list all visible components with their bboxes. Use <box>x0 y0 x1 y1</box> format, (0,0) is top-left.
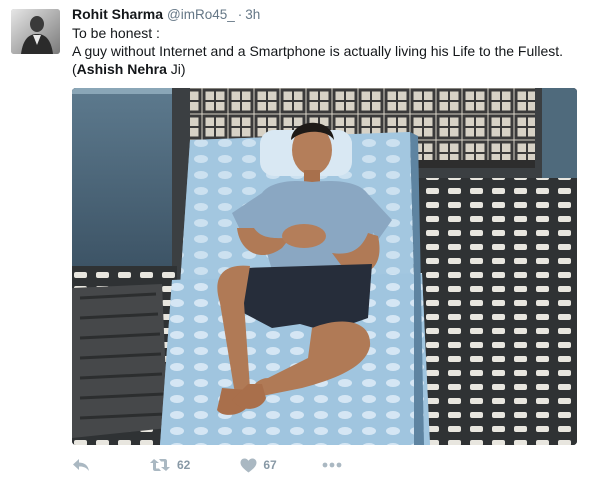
tweet-text-line-1: To be honest : <box>72 25 160 41</box>
like-count: 67 <box>263 458 277 472</box>
author-name[interactable]: Rohit Sharma <box>72 6 163 22</box>
tweet-photo[interactable] <box>72 88 577 445</box>
tweet-text: To be honest : A guy without Internet an… <box>72 24 577 78</box>
like-button[interactable]: 67 <box>240 458 277 473</box>
retweet-button[interactable]: 62 <box>149 458 190 472</box>
heart-icon <box>240 458 257 473</box>
more-button[interactable] <box>322 462 342 468</box>
tweet-header: Rohit Sharma @imRo45_ · 3h <box>72 4 260 24</box>
reply-icon <box>72 458 90 472</box>
separator-dot: · <box>237 7 243 22</box>
more-icon <box>322 462 342 468</box>
tweet-text-line-2: A guy without Internet and a Smartphone … <box>72 43 564 59</box>
tweet-text-suffix: Ji) <box>166 61 186 77</box>
retweet-count: 62 <box>177 458 191 472</box>
reply-button[interactable] <box>72 458 92 472</box>
retweet-icon <box>149 458 171 472</box>
tweet-text-bold-name: Ashish Nehra <box>76 61 167 77</box>
tweet-text-line-3: (Ashish Nehra Ji) <box>72 60 577 78</box>
avatar[interactable] <box>11 9 60 54</box>
author-handle[interactable]: @imRo45_ <box>167 7 235 22</box>
tweet-actions: 62 67 <box>72 456 342 474</box>
tweet: Rohit Sharma @imRo45_ · 3h To be honest : A… <box>0 0 589 478</box>
tweet-timestamp[interactable]: 3h <box>245 7 260 22</box>
